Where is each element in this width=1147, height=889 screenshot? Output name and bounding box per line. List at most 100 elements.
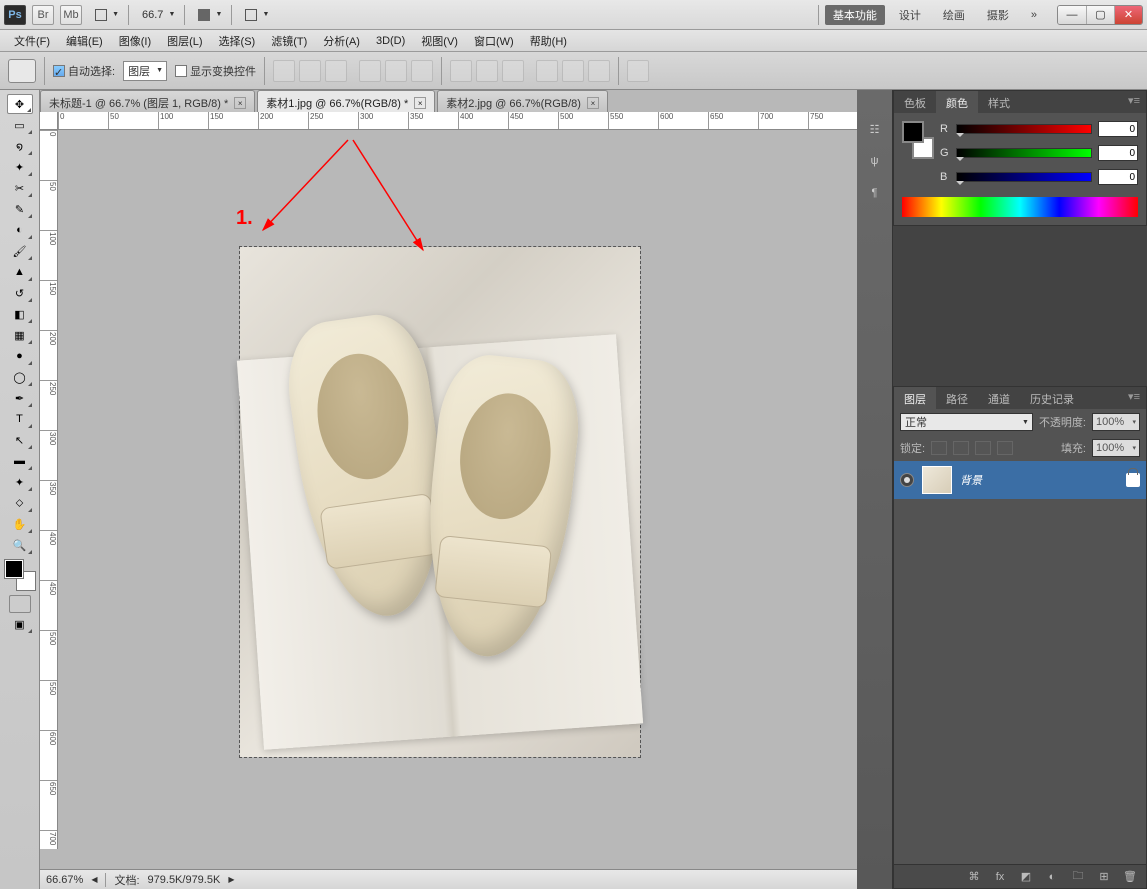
tab-close-icon[interactable]: × bbox=[414, 97, 426, 109]
menu-window[interactable]: 窗口(W) bbox=[466, 31, 522, 51]
layer-row[interactable]: 背景 bbox=[894, 461, 1146, 499]
eyedropper-tool[interactable]: ✎ bbox=[7, 199, 33, 219]
3d-tool[interactable]: ✦ bbox=[7, 472, 33, 492]
clone-stamp-tool[interactable]: ▲ bbox=[7, 262, 33, 282]
channels-tab[interactable]: 通道 bbox=[978, 387, 1020, 409]
doc-tab[interactable]: 未标题-1 @ 66.7% (图层 1, RGB/8) *× bbox=[40, 90, 255, 112]
distribute-icon[interactable] bbox=[502, 60, 524, 82]
move-tool[interactable]: ✥ bbox=[7, 94, 33, 114]
menu-view[interactable]: 视图(V) bbox=[413, 31, 466, 51]
show-transform-checkbox[interactable]: 显示变换控件 bbox=[175, 63, 256, 79]
hand-tool[interactable]: ✋ bbox=[7, 514, 33, 534]
maximize-button[interactable]: ▢ bbox=[1086, 6, 1114, 24]
distribute-icon[interactable] bbox=[476, 60, 498, 82]
menu-analysis[interactable]: 分析(A) bbox=[315, 31, 368, 51]
distribute-icon[interactable] bbox=[450, 60, 472, 82]
adjustment-layer-icon[interactable]: ◐ bbox=[1044, 869, 1060, 885]
panel-menu-icon[interactable]: ▾≡ bbox=[1122, 91, 1146, 113]
menu-image[interactable]: 图像(I) bbox=[111, 31, 159, 51]
b-input[interactable] bbox=[1098, 169, 1138, 185]
minibridge-button[interactable]: Mb bbox=[60, 5, 82, 25]
close-button[interactable]: ✕ bbox=[1114, 6, 1142, 24]
workspace-basic[interactable]: 基本功能 bbox=[825, 5, 885, 25]
menu-edit[interactable]: 编辑(E) bbox=[58, 31, 111, 51]
paths-tab[interactable]: 路径 bbox=[936, 387, 978, 409]
r-input[interactable] bbox=[1098, 121, 1138, 137]
lock-transparency-icon[interactable] bbox=[931, 441, 947, 455]
layer-thumbnail[interactable] bbox=[922, 466, 952, 494]
menu-file[interactable]: 文件(F) bbox=[6, 31, 58, 51]
auto-select-checkbox[interactable]: ✓自动选择: bbox=[53, 63, 115, 79]
layer-fx-icon[interactable]: fx bbox=[992, 869, 1008, 885]
crop-tool[interactable]: ✂ bbox=[7, 178, 33, 198]
tab-close-icon[interactable]: × bbox=[587, 97, 599, 109]
magic-wand-tool[interactable]: ✦ bbox=[7, 157, 33, 177]
layer-name[interactable]: 背景 bbox=[960, 472, 982, 488]
extras-dropdown[interactable] bbox=[238, 5, 272, 25]
brush-tool[interactable]: 🖌 bbox=[7, 241, 33, 261]
tab-close-icon[interactable]: × bbox=[234, 97, 246, 109]
new-group-icon[interactable]: 🗀 bbox=[1070, 869, 1086, 885]
brush-panel-icon[interactable]: ψ bbox=[863, 150, 887, 172]
b-slider[interactable] bbox=[956, 172, 1092, 182]
lock-pixels-icon[interactable] bbox=[953, 441, 969, 455]
blend-mode-select[interactable]: 正常 bbox=[900, 413, 1033, 431]
marquee-tool[interactable]: ▭ bbox=[7, 115, 33, 135]
canvas-image[interactable] bbox=[240, 247, 640, 757]
menu-help[interactable]: 帮助(H) bbox=[522, 31, 575, 51]
history-brush-tool[interactable]: ↺ bbox=[7, 283, 33, 303]
auto-select-target[interactable]: 图层 bbox=[123, 61, 167, 81]
r-slider[interactable] bbox=[956, 124, 1092, 134]
minimize-button[interactable]: — bbox=[1058, 6, 1086, 24]
eraser-tool[interactable]: ◧ bbox=[7, 304, 33, 324]
zoom-dropdown[interactable]: 66.7 bbox=[135, 5, 178, 25]
g-slider[interactable] bbox=[956, 148, 1092, 158]
history-tab[interactable]: 历史记录 bbox=[1020, 387, 1084, 409]
doc-tab[interactable]: 素材1.jpg @ 66.7%(RGB/8) *× bbox=[257, 90, 435, 112]
panel-menu-icon[interactable]: ▾≡ bbox=[1122, 387, 1146, 409]
fill-input[interactable]: 100%▾ bbox=[1092, 439, 1140, 457]
paragraph-panel-icon[interactable]: ¶ bbox=[863, 182, 887, 204]
shape-tool[interactable]: ▬ bbox=[7, 451, 33, 471]
pen-tool[interactable]: ✒ bbox=[7, 388, 33, 408]
color-swatches[interactable] bbox=[5, 560, 35, 590]
layer-mask-icon[interactable]: ◩ bbox=[1018, 869, 1034, 885]
workspace-more[interactable]: » bbox=[1023, 5, 1045, 25]
styles-tab[interactable]: 样式 bbox=[978, 91, 1020, 113]
lock-all-icon[interactable] bbox=[997, 441, 1013, 455]
arrange-dropdown[interactable] bbox=[191, 5, 225, 25]
auto-align-icon[interactable] bbox=[627, 60, 649, 82]
spot-heal-tool[interactable]: ◐ bbox=[7, 220, 33, 240]
3d-camera-tool[interactable]: ⬦ bbox=[7, 493, 33, 513]
quickmask-button[interactable] bbox=[9, 595, 31, 613]
color-tab[interactable]: 颜色 bbox=[936, 91, 978, 113]
chevron-icon[interactable]: ▶ bbox=[228, 875, 234, 884]
lock-position-icon[interactable] bbox=[975, 441, 991, 455]
align-icon[interactable] bbox=[385, 60, 407, 82]
workspace-drawing[interactable]: 绘画 bbox=[935, 5, 973, 25]
layers-empty-area[interactable] bbox=[894, 499, 1146, 864]
dodge-tool[interactable]: ◯ bbox=[7, 367, 33, 387]
align-icon[interactable] bbox=[411, 60, 433, 82]
layer-lock-icon[interactable] bbox=[1126, 473, 1140, 487]
visibility-toggle-icon[interactable] bbox=[900, 473, 914, 487]
menu-layer[interactable]: 图层(L) bbox=[159, 31, 210, 51]
zoom-tool[interactable]: 🔍 bbox=[7, 535, 33, 555]
menu-filter[interactable]: 滤镜(T) bbox=[263, 31, 315, 51]
link-layers-icon[interactable]: ⌘ bbox=[966, 869, 982, 885]
distribute-icon[interactable] bbox=[536, 60, 558, 82]
align-icon[interactable] bbox=[359, 60, 381, 82]
opacity-input[interactable]: 100%▾ bbox=[1092, 413, 1140, 431]
type-tool[interactable]: T bbox=[7, 409, 33, 429]
menu-select[interactable]: 选择(S) bbox=[211, 31, 264, 51]
path-select-tool[interactable]: ↖ bbox=[7, 430, 33, 450]
foreground-swatch[interactable] bbox=[5, 560, 23, 578]
align-icon[interactable] bbox=[299, 60, 321, 82]
current-tool-icon[interactable] bbox=[8, 59, 36, 83]
chevron-icon[interactable]: ◀ bbox=[91, 875, 97, 884]
distribute-icon[interactable] bbox=[562, 60, 584, 82]
menu-3d[interactable]: 3D(D) bbox=[368, 33, 413, 49]
new-layer-icon[interactable]: ⊞ bbox=[1096, 869, 1112, 885]
status-zoom[interactable]: 66.67% bbox=[46, 874, 83, 886]
align-icon[interactable] bbox=[273, 60, 295, 82]
